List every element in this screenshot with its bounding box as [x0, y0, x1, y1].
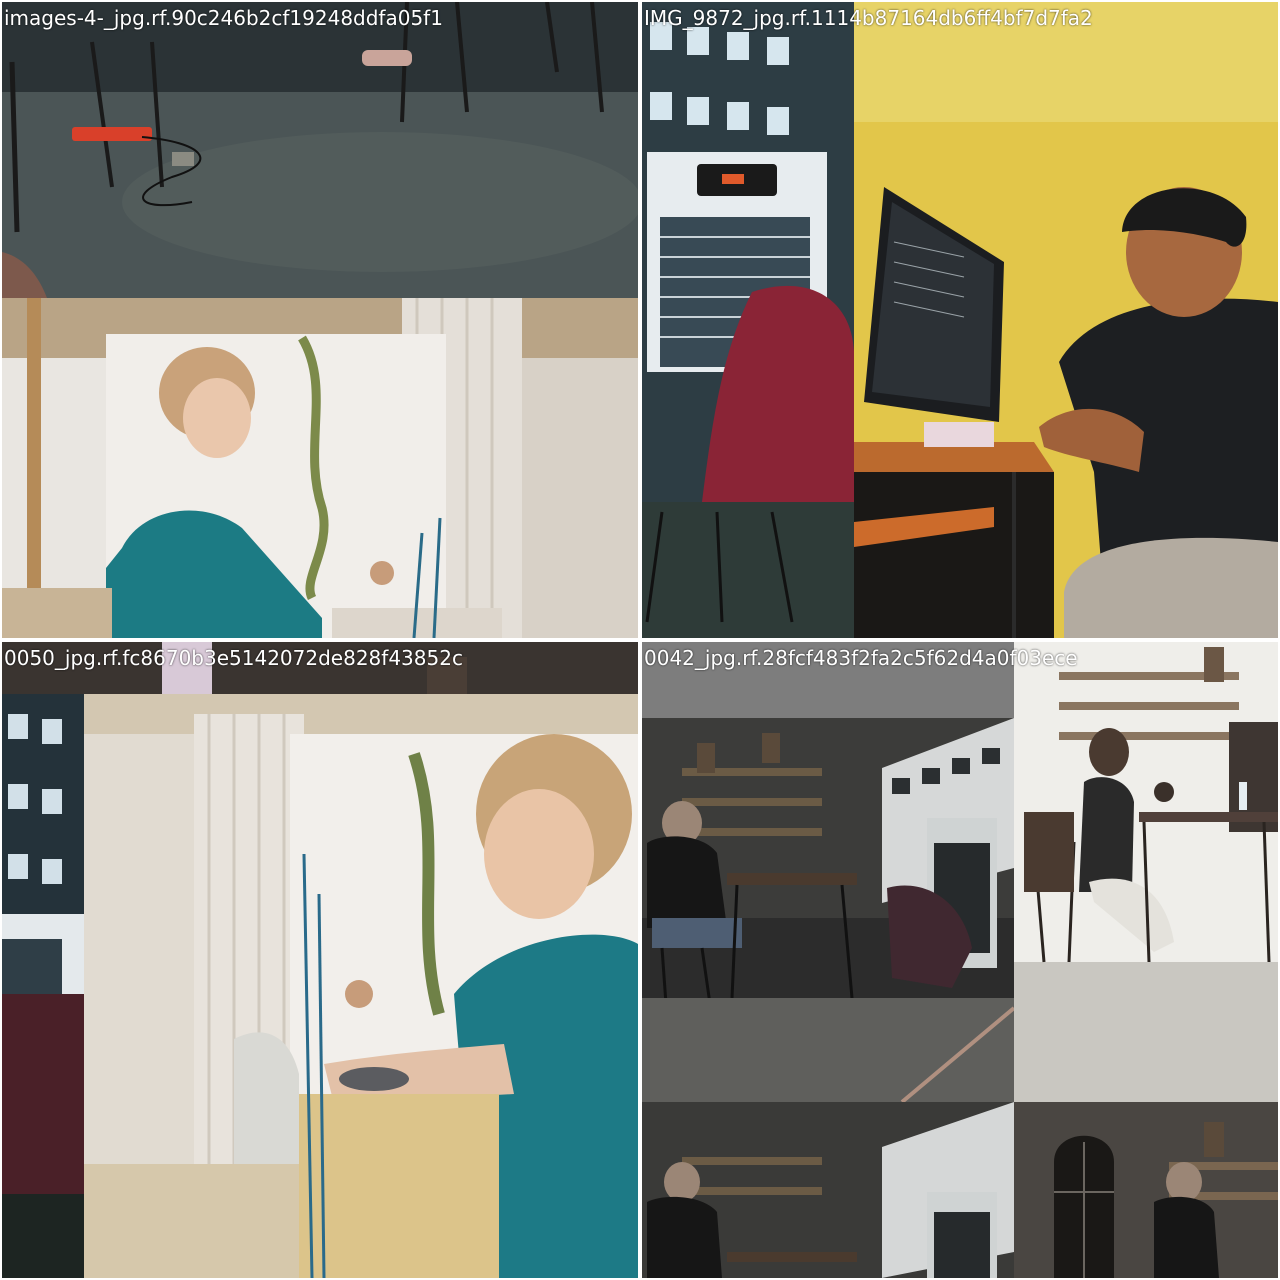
man-desk-photo: [854, 2, 1278, 638]
woman-typing-photo: [84, 694, 638, 1278]
woman-laptop-photo: [2, 298, 638, 638]
mosaic-tile-4: 0042_jpg.rf.28fcf483f2fa2c5f62d4a0f03ece: [642, 642, 1278, 1278]
image-mosaic: images-4-_jpg.rf.90c246b2cf19248ddfa05f1: [0, 0, 1280, 1280]
air-cooler-photo: [642, 2, 854, 638]
mosaic-tile-3: 0050_jpg.rf.fc8670b3e5142072de828f43852c: [2, 642, 638, 1278]
cafe-doorway-photo: [1014, 1102, 1278, 1278]
tile-filename-label: 0050_jpg.rf.fc8670b3e5142072de828f43852c: [4, 646, 463, 670]
mosaic-tile-2: IMG_9872_jpg.rf.1114b87164db6ff4bf7d7fa2: [642, 2, 1278, 638]
cafe-floor-photo: [2, 2, 638, 298]
cafe-interior-photo: [642, 718, 1014, 1102]
tile-filename-label: 0042_jpg.rf.28fcf483f2fa2c5f62d4a0f03ece: [644, 646, 1078, 670]
tile-filename-label: IMG_9872_jpg.rf.1114b87164db6ff4bf7d7fa2: [644, 6, 1093, 30]
cafe-interior-repeat-photo: [642, 1102, 1014, 1278]
woman-reading-photo: [1014, 642, 1278, 1102]
cooler-edge-photo: [2, 694, 84, 1278]
tile-filename-label: images-4-_jpg.rf.90c246b2cf19248ddfa05f1: [4, 6, 443, 30]
mosaic-tile-1: images-4-_jpg.rf.90c246b2cf19248ddfa05f1: [2, 2, 638, 638]
